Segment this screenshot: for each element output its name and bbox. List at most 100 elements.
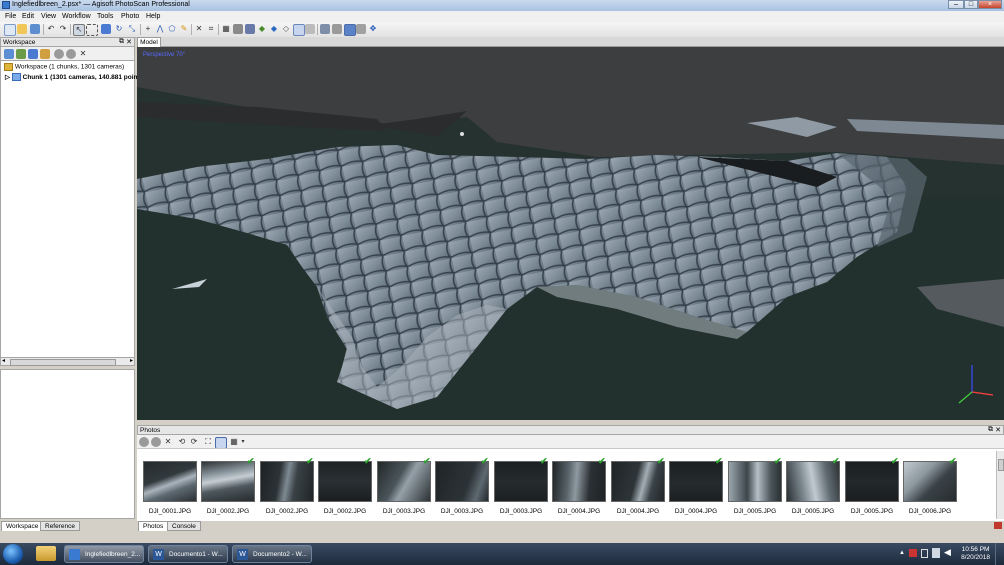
- start-button[interactable]: [3, 544, 23, 564]
- photo-thumbnail[interactable]: ✔ DJI_0003.JPG: [435, 457, 489, 515]
- navigation-icon[interactable]: ↖: [73, 24, 85, 36]
- tab-photos[interactable]: Photos: [138, 521, 169, 531]
- remove-camera-icon[interactable]: ✕: [163, 437, 173, 447]
- photo-thumbnail[interactable]: ✔ DJI_0003.JPG: [494, 457, 548, 515]
- menu-tools[interactable]: Tools: [97, 13, 113, 20]
- save-icon[interactable]: [30, 24, 40, 34]
- grid-icon[interactable]: ▦: [221, 24, 231, 34]
- show-desktop-button[interactable]: [995, 543, 1004, 565]
- move-object-icon[interactable]: [101, 24, 111, 34]
- wireframe-icon[interactable]: ◇: [281, 24, 291, 34]
- undo-icon[interactable]: ↶: [46, 24, 56, 34]
- rotate-object-icon[interactable]: ↻: [114, 24, 124, 34]
- show-hidden-icons-icon[interactable]: ▲: [899, 550, 905, 556]
- tab-workspace[interactable]: Workspace: [1, 521, 44, 531]
- tab-reference[interactable]: Reference: [40, 521, 80, 531]
- notification-icon[interactable]: [994, 522, 1002, 529]
- photo-thumbnail[interactable]: ✔ DJI_0002.JPG: [260, 457, 314, 515]
- system-clock[interactable]: 10:56 PM 8/20/2018: [961, 546, 990, 562]
- network-icon[interactable]: [932, 548, 940, 558]
- photo-thumbnail[interactable]: ✔ DJI_0005.JPG: [728, 457, 782, 515]
- delete-selection-icon[interactable]: ✕: [194, 24, 204, 34]
- show-markers-icon[interactable]: [332, 24, 342, 34]
- taskbar-item-word-1[interactable]: W Documento1 - W...: [148, 545, 228, 563]
- scroll-right-icon[interactable]: ▸: [130, 357, 133, 364]
- close-panel-icon[interactable]: ✕: [126, 38, 132, 46]
- file-explorer-icon[interactable]: [36, 546, 56, 561]
- tab-model[interactable]: Model: [137, 37, 161, 47]
- rotate-left-icon[interactable]: ⟲: [177, 437, 187, 447]
- enable-icon[interactable]: [54, 49, 64, 59]
- taskbar-item-word-2[interactable]: W Documento2 - W...: [232, 545, 312, 563]
- photo-thumbnail[interactable]: ✔ DJI_0004.JPG: [669, 457, 723, 515]
- close-button[interactable]: ×: [978, 0, 1002, 9]
- point-cloud-icon[interactable]: [233, 24, 243, 34]
- tray-device-icon[interactable]: [921, 549, 928, 558]
- menu-view[interactable]: View: [41, 13, 56, 20]
- photos-vertical-scrollbar[interactable]: [996, 451, 1004, 519]
- add-chunk-icon[interactable]: [4, 49, 14, 59]
- taskbar-item-photoscan[interactable]: Inglefiedlbreen_2...: [64, 545, 144, 563]
- photo-thumbnail[interactable]: ✔ DJI_0006.JPG: [903, 457, 957, 515]
- crop-selection-icon[interactable]: ⌗: [206, 24, 216, 34]
- tab-console[interactable]: Console: [167, 521, 201, 531]
- float-panel-icon[interactable]: ⧉: [988, 426, 993, 434]
- disable-camera-icon[interactable]: [151, 437, 161, 447]
- photo-thumbnail[interactable]: ✔ DJI_0002.JPG: [318, 457, 372, 515]
- add-folder-icon[interactable]: [28, 49, 38, 59]
- menu-edit[interactable]: Edit: [22, 13, 34, 20]
- float-panel-icon[interactable]: ⧉: [119, 38, 124, 46]
- scroll-left-icon[interactable]: ◂: [2, 357, 5, 364]
- volume-icon[interactable]: ◀: [944, 547, 951, 558]
- maximize-button[interactable]: □: [964, 0, 978, 9]
- enable-camera-icon[interactable]: [139, 437, 149, 447]
- reset-filter-icon[interactable]: ⛶: [203, 437, 213, 447]
- photo-thumbnail[interactable]: ✔ DJI_0004.JPG: [552, 457, 606, 515]
- photo-thumbnail[interactable]: ✔ DJI_0004.JPG: [611, 457, 665, 515]
- tree-workspace-root[interactable]: Workspace (1 chunks, 1301 cameras): [4, 63, 124, 71]
- tiled-model-icon[interactable]: [305, 24, 315, 34]
- draw-polygon-icon[interactable]: ⬠: [167, 24, 177, 34]
- scrollbar-thumb[interactable]: [998, 459, 1004, 471]
- disable-icon[interactable]: [66, 49, 76, 59]
- tray-app-icon[interactable]: [909, 549, 917, 557]
- add-marker-icon[interactable]: [40, 49, 50, 59]
- menu-workflow[interactable]: Workflow: [62, 13, 91, 20]
- solid-model-icon[interactable]: ◆: [269, 24, 279, 34]
- shaded-model-icon[interactable]: ◆: [257, 24, 267, 34]
- add-photos-icon[interactable]: [16, 49, 26, 59]
- photo-thumbnail[interactable]: ✔ DJI_0003.JPG: [377, 457, 431, 515]
- dense-cloud-icon[interactable]: [245, 24, 255, 34]
- ruler-icon[interactable]: +: [143, 24, 153, 34]
- redo-icon[interactable]: ↷: [58, 24, 68, 34]
- photo-thumbnail[interactable]: ✔ DJI_0005.JPG: [845, 457, 899, 515]
- menu-file[interactable]: File: [5, 13, 16, 20]
- rectangle-selection-icon[interactable]: [86, 24, 98, 36]
- view-mode-dropdown-icon[interactable]: ▾: [238, 437, 248, 447]
- show-shapes-icon[interactable]: [356, 24, 366, 34]
- new-project-icon[interactable]: [4, 24, 16, 36]
- tree-chunk-item[interactable]: ▷ Chunk 1 (1301 cameras, 140.881 points): [5, 73, 145, 82]
- show-region-icon[interactable]: [344, 24, 356, 36]
- menu-photo[interactable]: Photo: [121, 13, 139, 20]
- photo-thumbnail[interactable]: ✔ DJI_0005.JPG: [786, 457, 840, 515]
- scrollbar-thumb[interactable]: [10, 359, 116, 366]
- open-folder-icon[interactable]: [17, 24, 27, 34]
- photo-thumbnail[interactable]: DJI_0001.JPG: [143, 461, 197, 515]
- expand-arrow-icon[interactable]: ▷: [5, 74, 10, 81]
- model-viewport[interactable]: Perspective 70°: [137, 47, 1004, 420]
- close-panel-icon[interactable]: ✕: [995, 426, 1001, 434]
- reset-view-icon[interactable]: ✥: [368, 24, 378, 34]
- resize-region-icon[interactable]: ⤡: [127, 24, 137, 34]
- draw-polyline-icon[interactable]: ⋀: [155, 24, 165, 34]
- textured-model-icon[interactable]: [293, 24, 305, 36]
- aligned-check-icon: ✔: [423, 456, 431, 466]
- workspace-horizontal-scrollbar[interactable]: ◂ ▸: [0, 357, 135, 366]
- remove-item-icon[interactable]: ✕: [78, 49, 88, 59]
- menu-help[interactable]: Help: [146, 13, 160, 20]
- show-cameras-icon[interactable]: [320, 24, 330, 34]
- photo-thumbnail[interactable]: ✔ DJI_0002.JPG: [201, 457, 255, 515]
- rotate-right-icon[interactable]: ⟳: [189, 437, 199, 447]
- minimize-button[interactable]: –: [948, 0, 964, 9]
- pencil-icon[interactable]: ✎: [179, 24, 189, 34]
